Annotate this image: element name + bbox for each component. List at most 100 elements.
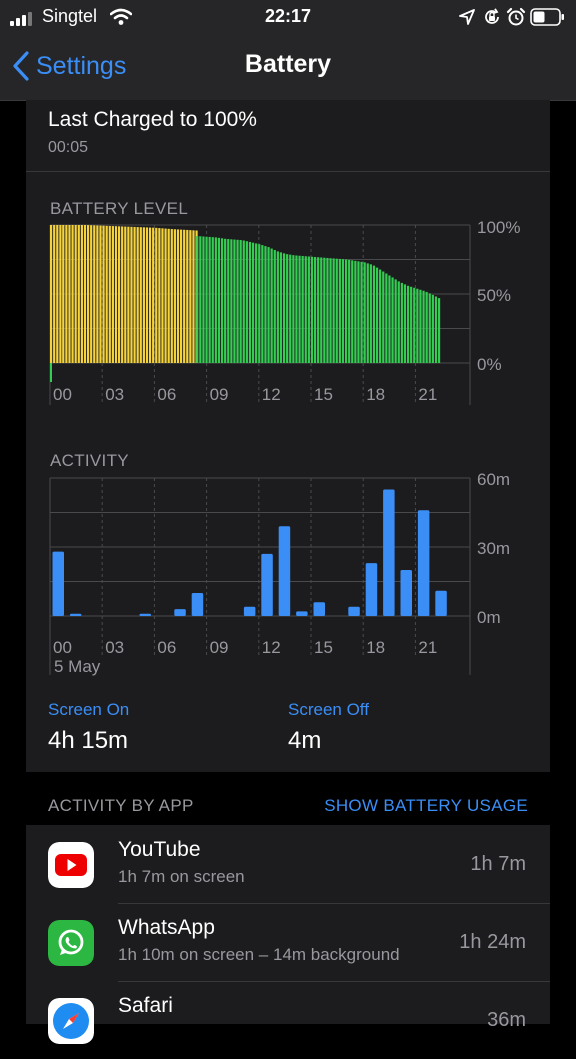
battery-bar (127, 226, 130, 363)
app-list: YouTube 1h 7m on screen 1h 7m WhatsApp 1… (26, 825, 550, 1044)
battery-bar (152, 227, 155, 363)
app-row-youtube[interactable]: YouTube 1h 7m on screen 1h 7m (26, 825, 550, 903)
battery-bar (403, 284, 407, 363)
x-tick-label: 00 (53, 638, 72, 657)
battery-bar (148, 227, 152, 363)
last-charged-time: 00:05 (48, 139, 89, 156)
battery-bar (344, 259, 348, 363)
battery-bar (56, 225, 59, 363)
battery-bar (341, 259, 345, 363)
y-tick-label: 50% (477, 286, 511, 305)
activity-bar (435, 590, 447, 616)
battery-bar (145, 227, 149, 363)
screen-off-label: Screen Off (288, 700, 369, 719)
battery-bar (158, 228, 161, 363)
battery-bar (382, 271, 385, 363)
battery-bar (298, 255, 301, 363)
screen-on-label: Screen On (48, 700, 130, 719)
activity-bar (139, 613, 151, 616)
app-row-safari[interactable]: Safari 36m (26, 981, 550, 1059)
battery-bar (437, 298, 441, 363)
battery-bar (258, 244, 261, 363)
battery-bar (167, 228, 170, 363)
battery-bar (164, 228, 167, 363)
battery-bar (227, 239, 230, 363)
y-tick-label: 30m (477, 539, 510, 558)
activity-bar (261, 553, 273, 616)
battery-bar (50, 363, 52, 382)
show-battery-usage-link[interactable]: SHOW BATTERY USAGE (324, 796, 528, 816)
battery-bar (202, 236, 205, 363)
x-tick-label: 06 (157, 638, 176, 657)
x-tick-label: 18 (366, 638, 385, 657)
battery-bar (242, 240, 245, 363)
battery-bar (170, 229, 173, 363)
battery-bar (173, 229, 176, 363)
activity-bar (383, 489, 395, 616)
battery-bar (363, 262, 366, 363)
battery-bar (292, 255, 295, 363)
activity-bar (191, 593, 204, 616)
battery-bar (108, 225, 111, 363)
battery-bar (251, 242, 255, 363)
battery-bar (90, 225, 93, 363)
battery-bar (410, 286, 413, 363)
activity-bar (313, 602, 325, 616)
battery-bar (338, 258, 341, 363)
x-tick-label: 03 (105, 385, 124, 404)
battery-bar (310, 256, 314, 363)
x-tick-label: 06 (157, 385, 176, 404)
battery-bar (388, 275, 391, 363)
battery-bar (236, 239, 239, 363)
battery-bar (282, 253, 286, 363)
battery-bar (406, 285, 410, 363)
battery-bar (304, 256, 307, 363)
battery-bar (114, 226, 118, 363)
battery-bar (86, 225, 90, 363)
battery-level-chart[interactable]: 100% 50% 0% 00 03 06 09 12 15 18 21 (26, 215, 550, 430)
activity-chart[interactable]: 60m 30m 0m 00 03 06 09 12 15 18 21 5 May (26, 468, 550, 683)
battery-bar (320, 257, 323, 363)
x-tick-label: 12 (262, 385, 281, 404)
y-tick-label: 100% (477, 218, 520, 237)
battery-bar (211, 237, 214, 363)
battery-bar (431, 294, 434, 363)
whatsapp-icon (48, 920, 94, 966)
app-name: YouTube (118, 838, 201, 861)
battery-bar (230, 239, 233, 363)
battery-bar (239, 240, 242, 363)
battery-bar (186, 229, 189, 363)
status-bar: Singtel 22:17 (0, 0, 576, 34)
battery-bar (214, 237, 217, 363)
battery-bar (68, 225, 71, 363)
activity-by-app-label: ACTIVITY BY APP (48, 796, 194, 815)
battery-bar (434, 296, 438, 363)
battery-bar (366, 263, 369, 363)
battery-bar (276, 251, 279, 363)
activity-bar (243, 606, 256, 616)
battery-bar (369, 264, 372, 363)
battery-bar (255, 243, 258, 363)
app-name: Safari (118, 994, 173, 1017)
battery-bar (96, 225, 99, 363)
battery-icon (530, 8, 564, 26)
battery-bar (161, 228, 164, 363)
battery-bar (416, 288, 419, 363)
battery-bar (267, 247, 270, 363)
battery-bar (217, 237, 221, 363)
app-detail: 1h 10m on screen – 14m background (118, 945, 400, 964)
battery-bar (208, 236, 211, 363)
battery-bar (189, 230, 192, 363)
battery-bar (99, 225, 102, 363)
battery-bar (307, 256, 310, 363)
battery-bar (102, 225, 105, 363)
battery-bar (289, 254, 292, 363)
battery-bar (179, 229, 183, 363)
x-tick-label: 12 (262, 638, 281, 657)
battery-bar (65, 225, 68, 363)
battery-bar (279, 252, 283, 363)
youtube-icon (48, 842, 94, 888)
battery-bar (133, 226, 136, 363)
battery-bar (71, 225, 74, 363)
app-row-whatsapp[interactable]: WhatsApp 1h 10m on screen – 14m backgrou… (26, 903, 550, 981)
